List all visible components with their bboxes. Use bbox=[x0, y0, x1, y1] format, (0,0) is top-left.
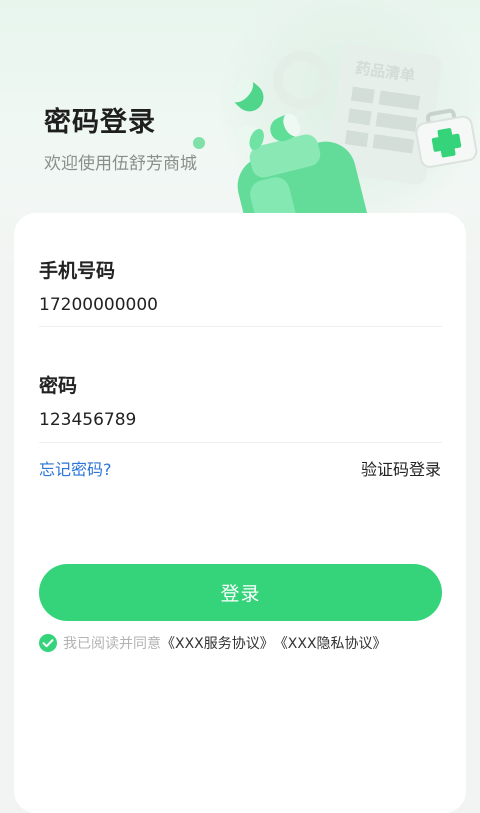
phone-label: 手机号码 bbox=[39, 260, 116, 282]
decor-dot bbox=[193, 137, 205, 149]
login-card: 手机号码 密码 忘记密码? 验证码登录 登录 我已阅读并同意 《XXX服务协议》… bbox=[14, 213, 466, 813]
agreement-checkbox[interactable] bbox=[39, 634, 57, 652]
agreement-row: 我已阅读并同意 《XXX服务协议》 《XXX隐私协议》 bbox=[39, 633, 387, 653]
password-input[interactable] bbox=[39, 405, 442, 435]
agreement-prefix: 我已阅读并同意 bbox=[63, 636, 161, 652]
code-login-link[interactable]: 验证码登录 bbox=[361, 456, 441, 480]
privacy-agreement-link[interactable]: 《XXX隐私协议》 bbox=[274, 633, 387, 653]
checkmark-icon bbox=[42, 639, 54, 648]
password-label: 密码 bbox=[39, 375, 78, 397]
phone-input[interactable] bbox=[39, 290, 442, 320]
decor-ring bbox=[273, 51, 331, 109]
page-subtitle: 欢迎使用伍舒芳商城 bbox=[44, 154, 197, 174]
login-button[interactable]: 登录 bbox=[39, 564, 442, 621]
forgot-password-link[interactable]: 忘记密码? bbox=[39, 456, 112, 480]
page-title: 密码登录 bbox=[44, 107, 156, 138]
service-agreement-link[interactable]: 《XXX服务协议》 bbox=[161, 633, 274, 653]
phone-divider bbox=[39, 326, 442, 327]
password-divider bbox=[39, 442, 442, 443]
